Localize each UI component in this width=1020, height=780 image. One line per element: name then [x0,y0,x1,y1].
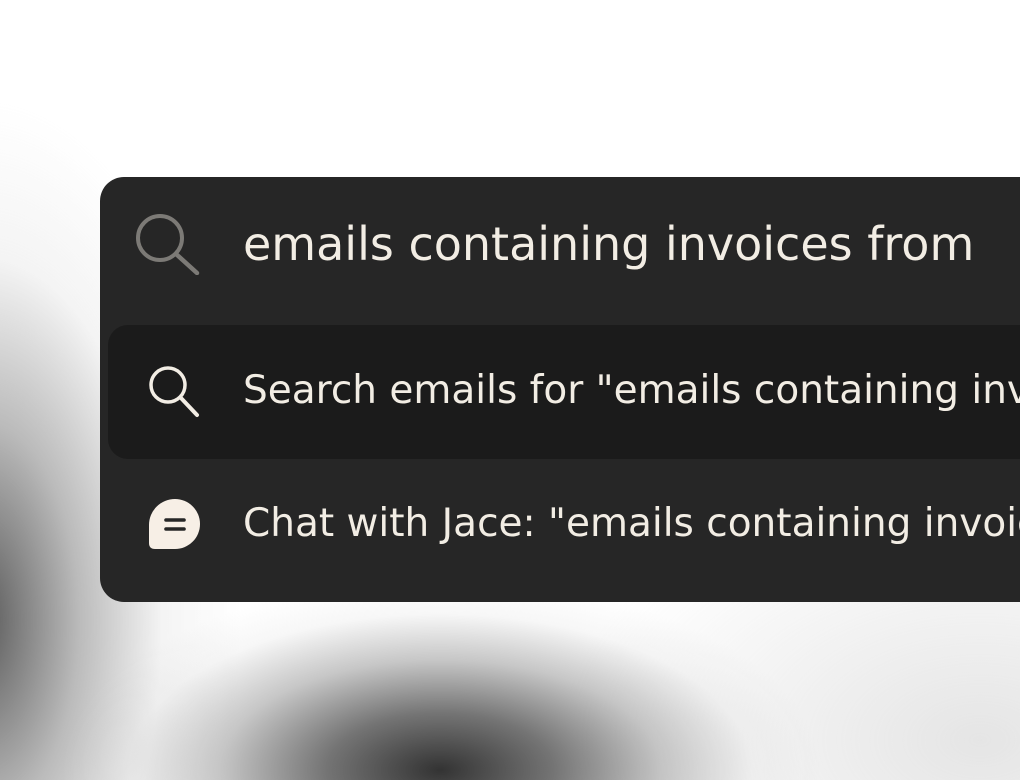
search-icon [132,211,202,276]
result-label: Chat with Jace: "emails containing invoi… [243,501,1020,546]
search-icon [146,363,204,421]
chat-with-jace-result[interactable]: Chat with Jace: "emails containing invoi… [108,458,1020,592]
command-palette: Search emails for "emails containing inv… [100,177,1020,602]
result-label: Search emails for "emails containing inv… [243,368,1020,413]
search-emails-result[interactable]: Search emails for "emails containing inv… [108,325,1020,459]
search-bar [100,177,1020,311]
chat-bubble-icon [146,496,204,554]
search-input[interactable] [243,213,1020,275]
